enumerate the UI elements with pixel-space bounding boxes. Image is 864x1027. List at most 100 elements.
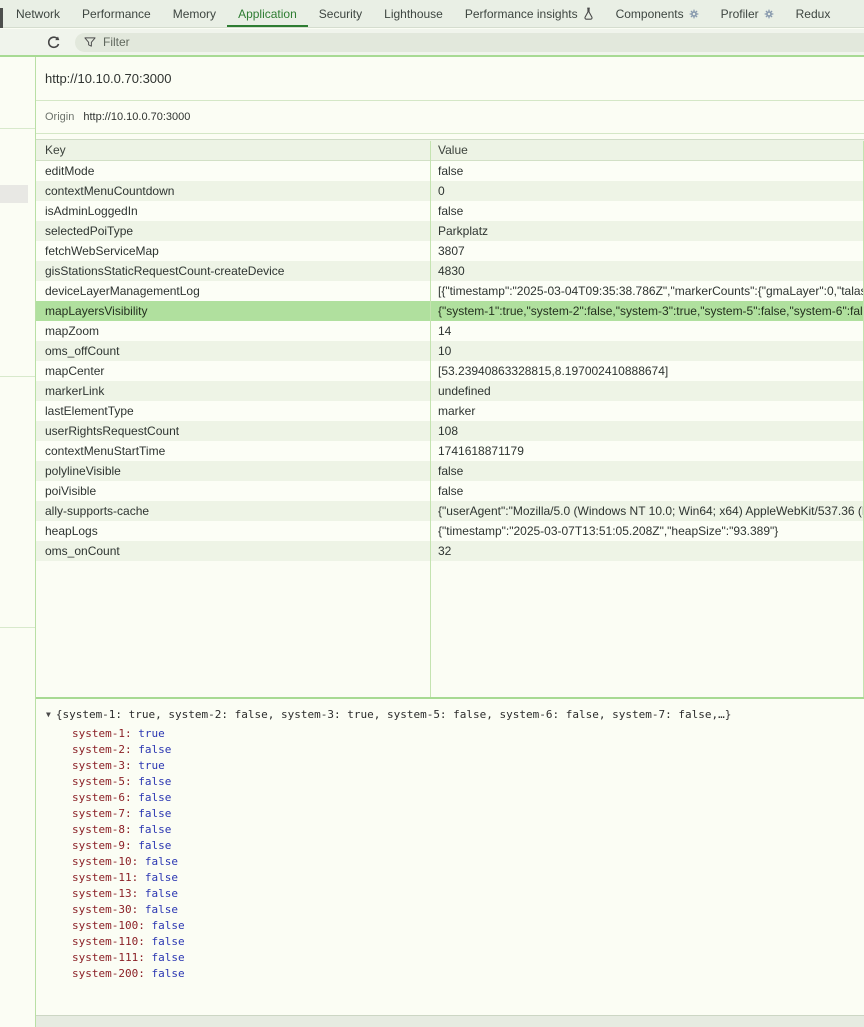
column-header-key[interactable]: Key xyxy=(36,140,430,160)
table-row[interactable]: polylineVisible false xyxy=(36,461,864,481)
table-header-row: Key Value xyxy=(36,140,864,161)
devtools-tab[interactable]: Redux xyxy=(785,0,842,27)
refresh-button[interactable] xyxy=(44,33,62,51)
table-row[interactable]: oms_onCount 32 xyxy=(36,541,864,561)
property-value: false xyxy=(151,919,184,932)
tab-label: Lighthouse xyxy=(384,7,443,21)
table-row[interactable]: fetchWebServiceMap 3807 xyxy=(36,241,864,261)
property-name: system-100: xyxy=(72,919,145,932)
table-row[interactable]: deviceLayerManagementLog [{"timestamp":"… xyxy=(36,281,864,301)
origin-breadcrumb[interactable]: Origin http://10.10.0.70:3000 xyxy=(36,101,864,134)
tab-label: Network xyxy=(16,7,60,21)
object-property: system-6: false xyxy=(36,790,864,806)
object-property: system-3: true xyxy=(36,758,864,774)
property-value: false xyxy=(145,855,178,868)
row-key: oms_offCount xyxy=(36,341,430,361)
object-property: system-1: true xyxy=(36,726,864,742)
value-preview-panel: ▼ {system-1: true, system-2: false, syst… xyxy=(36,697,864,1027)
object-properties-list: system-1: true system-2: false system-3:… xyxy=(36,726,864,982)
expander-triangle-icon[interactable]: ▼ xyxy=(46,711,51,719)
clipped-panel-edge xyxy=(0,8,3,28)
row-key: mapZoom xyxy=(36,321,430,341)
property-name: system-110: xyxy=(72,935,145,948)
row-key: ally-supports-cache xyxy=(36,501,430,521)
row-key: isAdminLoggedIn xyxy=(36,201,430,221)
devtools-tab[interactable]: Lighthouse xyxy=(373,0,454,27)
devtools-tab[interactable]: Application xyxy=(227,0,308,27)
object-preview-summary[interactable]: ▼ {system-1: true, system-2: false, syst… xyxy=(36,708,864,721)
property-name: system-13: xyxy=(72,887,138,900)
property-value: false xyxy=(138,775,171,788)
devtools-tab[interactable]: Performance insights xyxy=(454,0,605,27)
origin-url: http://10.10.0.70:3000 xyxy=(83,111,190,123)
property-name: system-10: xyxy=(72,855,138,868)
column-header-value[interactable]: Value xyxy=(430,140,864,160)
property-name: system-200: xyxy=(72,967,145,980)
object-property: system-9: false xyxy=(36,838,864,854)
column-resize-handle[interactable] xyxy=(430,141,431,697)
table-row[interactable]: contextMenuCountdown 0 xyxy=(36,181,864,201)
property-name: system-6: xyxy=(72,791,132,804)
table-row[interactable]: userRightsRequestCount 108 xyxy=(36,421,864,441)
table-body: editMode false contextMenuCountdown 0 is… xyxy=(36,161,864,561)
devtools-tab[interactable]: Performance xyxy=(71,0,162,27)
devtools-tab[interactable]: Profiler xyxy=(710,0,785,27)
property-name: system-30: xyxy=(72,903,138,916)
property-name: system-8: xyxy=(72,823,132,836)
row-value: 14 xyxy=(430,321,864,341)
property-value: false xyxy=(145,871,178,884)
table-row[interactable]: isAdminLoggedIn false xyxy=(36,201,864,221)
property-name: system-9: xyxy=(72,839,132,852)
table-row[interactable]: poiVisible false xyxy=(36,481,864,501)
row-value: Parkplatz xyxy=(430,221,864,241)
devtools-tabbar: Network Performance Memory Application S… xyxy=(0,0,864,28)
table-row[interactable]: selectedPoiType Parkplatz xyxy=(36,221,864,241)
object-property: system-30: false xyxy=(36,902,864,918)
row-key: deviceLayerManagementLog xyxy=(36,281,430,301)
devtools-tab[interactable]: Memory xyxy=(162,0,227,27)
property-value: false xyxy=(151,951,184,964)
table-row[interactable]: editMode false xyxy=(36,161,864,181)
table-row[interactable]: mapLayersVisibility {"system-1":true,"sy… xyxy=(36,301,864,321)
storage-items-table: Key Value editMode false contextMenuCoun… xyxy=(36,139,864,561)
property-value: false xyxy=(138,743,171,756)
row-value: 3807 xyxy=(430,241,864,261)
row-key: poiVisible xyxy=(36,481,430,501)
object-property: system-7: false xyxy=(36,806,864,822)
tab-label: Profiler xyxy=(721,7,759,21)
table-row[interactable]: oms_offCount 10 xyxy=(36,341,864,361)
table-row[interactable]: gisStationsStaticRequestCount-createDevi… xyxy=(36,261,864,281)
funnel-icon xyxy=(84,37,96,48)
row-value: {"userAgent":"Mozilla/5.0 (Windows NT 10… xyxy=(430,501,864,521)
table-row[interactable]: mapCenter [53.23940863328815,8.197002410… xyxy=(36,361,864,381)
table-row[interactable]: mapZoom 14 xyxy=(36,321,864,341)
gear-icon xyxy=(764,9,774,19)
storage-origin-header: http://10.10.0.70:3000 xyxy=(36,57,864,101)
devtools-tab[interactable]: Security xyxy=(308,0,373,27)
tab-label: Memory xyxy=(173,7,216,21)
devtools-tab[interactable]: Network xyxy=(5,0,71,27)
table-row[interactable]: contextMenuStartTime 1741618871179 xyxy=(36,441,864,461)
row-value: 32 xyxy=(430,541,864,561)
table-row[interactable]: ally-supports-cache {"userAgent":"Mozill… xyxy=(36,501,864,521)
object-property: system-5: false xyxy=(36,774,864,790)
object-property: system-2: false xyxy=(36,742,864,758)
table-row[interactable]: lastElementType marker xyxy=(36,401,864,421)
property-name: system-5: xyxy=(72,775,132,788)
property-value: true xyxy=(138,759,165,772)
table-row[interactable]: markerLink undefined xyxy=(36,381,864,401)
devtools-tab[interactable]: Components xyxy=(605,0,710,27)
table-row[interactable]: heapLogs {"timestamp":"2025-03-07T13:51:… xyxy=(36,521,864,541)
row-value: false xyxy=(430,481,864,501)
property-value: false xyxy=(138,823,171,836)
row-value: 0 xyxy=(430,181,864,201)
tab-label: Security xyxy=(319,7,362,21)
tab-label: Application xyxy=(238,7,297,21)
tab-label: Performance insights xyxy=(465,7,578,21)
object-property: system-8: false xyxy=(36,822,864,838)
property-name: system-11: xyxy=(72,871,138,884)
sidebar-selected-item-partial[interactable] xyxy=(0,185,28,203)
property-value: false xyxy=(138,839,171,852)
storage-origin-title: http://10.10.0.70:3000 xyxy=(45,71,172,86)
filter-input[interactable]: Filter xyxy=(75,33,864,52)
